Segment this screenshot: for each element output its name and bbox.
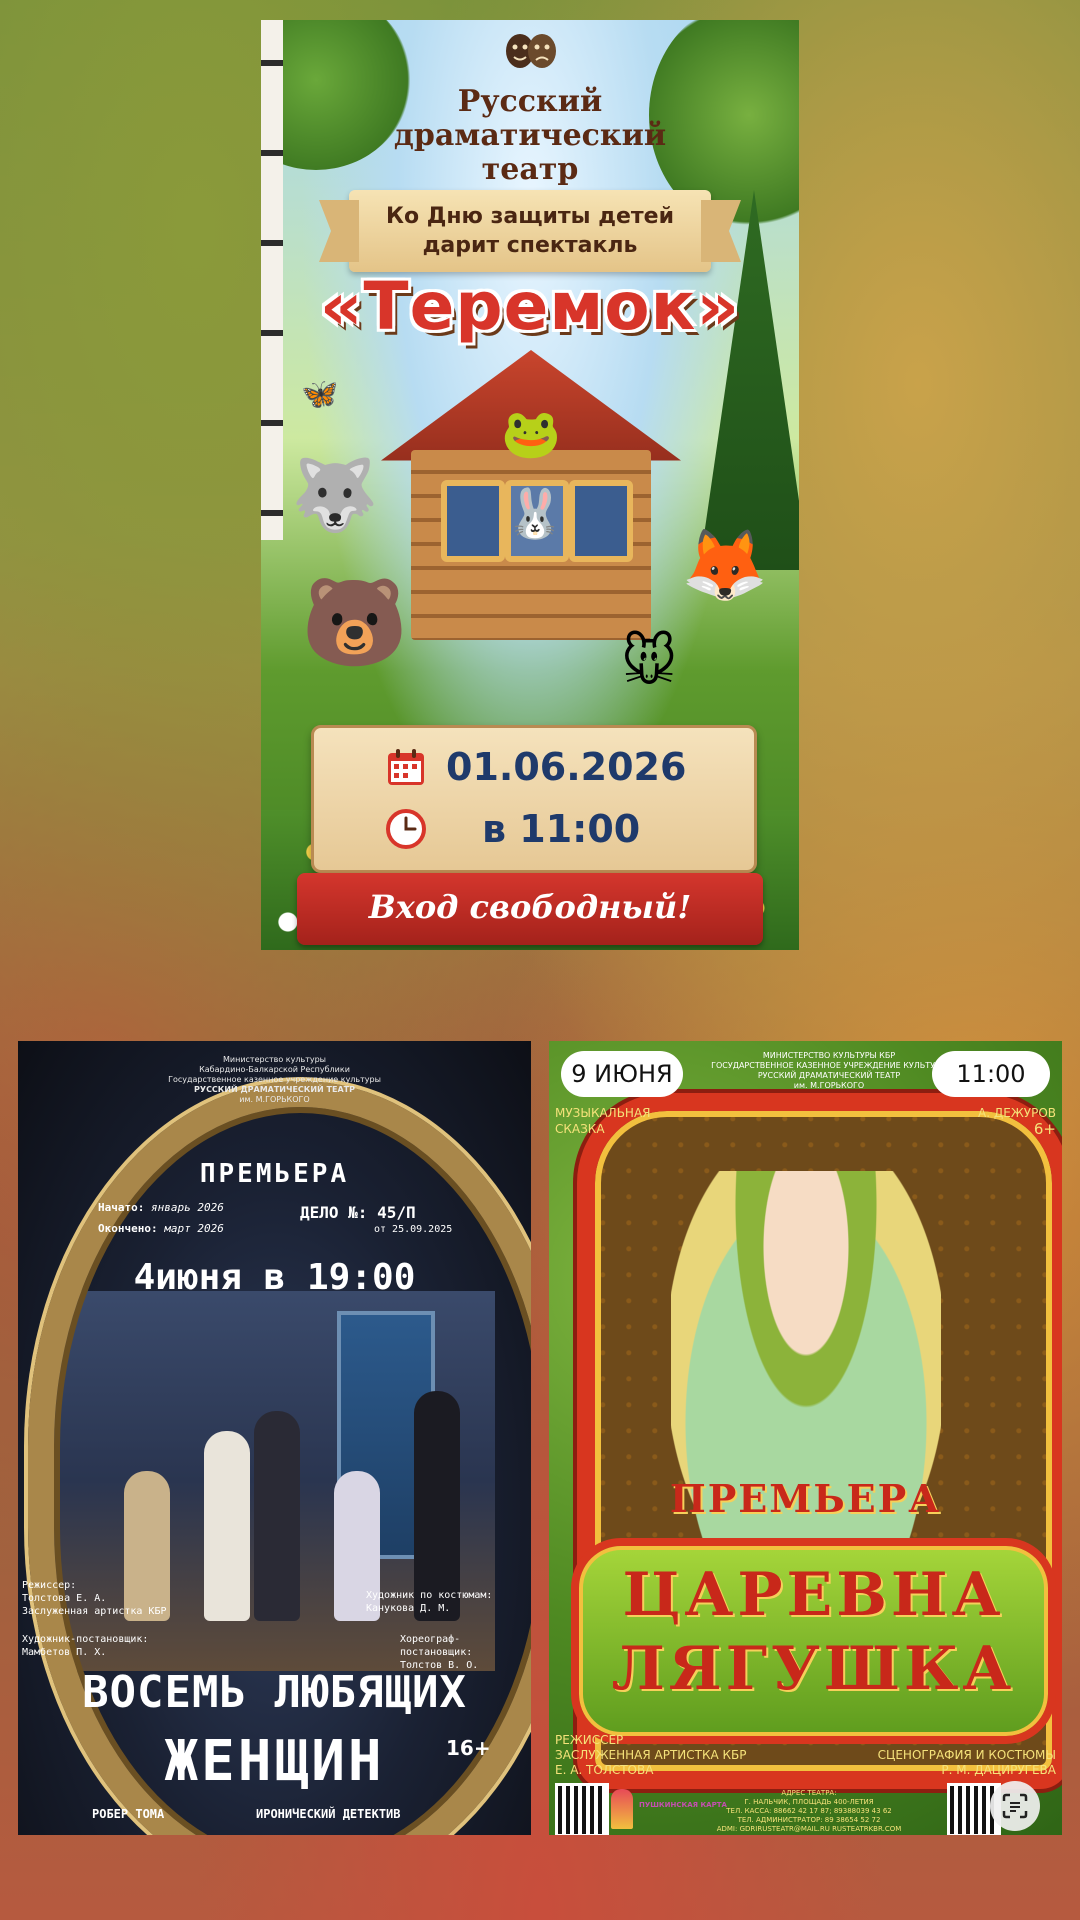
theatre-name-line3: театр [481, 152, 579, 187]
play-title-line1: ВОСЕМЬ ЛЮБЯЩИХ [82, 1667, 467, 1718]
occasion-line1: Ко Дню защиты детей [385, 204, 675, 229]
address-line: ADMI: GDRIRUSTEATR@MAIL.RU RUSTEATRKBR.C… [716, 1825, 902, 1833]
header-line: РУССКИЙ ДРАМАТИЧЕСКИЙ ТЕАТР [194, 1085, 355, 1094]
author-age: А. ДЕЖУРОВ 6+ [978, 1105, 1056, 1137]
age-rating: 16+ [446, 1736, 491, 1760]
genre-label: МУЗЫКАЛЬНАЯ СКАЗКА [555, 1105, 651, 1137]
play-title-line1: ЦАРЕВНА [622, 1560, 1005, 1630]
genre-line: СКАЗКА [555, 1122, 605, 1136]
header-line: Министерство культуры [223, 1055, 326, 1064]
genre-label: ИРОНИЧЕСКИЙ ДЕТЕКТИВ [256, 1807, 401, 1821]
premiere-label: ПРЕМЬЕРА [669, 1476, 942, 1521]
time-pill: 11:00 [932, 1051, 1050, 1097]
case-date: от 25.09.2025 [374, 1224, 453, 1235]
director-credit: Режиссер: Толстова Е. А. Заслуженная арт… [22, 1579, 167, 1618]
frog-illustration: 🐸 [501, 406, 561, 462]
theatre-name: Русский драматический театр [261, 85, 799, 187]
organization-header: МИНИСТЕРСТВО КУЛЬТУРЫ КБР ГОСУДАРСТВЕННО… [709, 1051, 949, 1091]
princess-illustration [671, 1171, 941, 1591]
theatre-address: АДРЕС ТЕАТРА: Г. НАЛЬЧИК, ПЛОЩАДЬ 400-ЛЕ… [699, 1789, 919, 1834]
credit-role: РЕЖИССЕР [555, 1733, 624, 1747]
firebird-logo [611, 1789, 633, 1829]
director-credit: РЕЖИССЕР ЗАСЛУЖЕННАЯ АРТИСТКА КБР Е. А. … [555, 1733, 747, 1778]
show-time: в 11:00 [482, 807, 641, 851]
author-name: А. ДЕЖУРОВ [978, 1106, 1056, 1120]
credit-name: Канукова Д. М. [366, 1603, 451, 1614]
teremok-house-illustration: 🐸 🐰 [381, 350, 681, 640]
author-name: РОБЕР ТОМА [92, 1807, 165, 1821]
credit-role: СЦЕНОГРАФИЯ И КОСТЮМЫ [877, 1748, 1056, 1762]
address-line: ТЕЛ. АДМИНИСТРАТОР: 89 38654 52 72 [737, 1816, 881, 1824]
mouse-illustration: 🐭 [621, 630, 678, 693]
title-plate: ЦАРЕВНА ЛЯГУШКА [571, 1538, 1056, 1744]
header-line: РУССКИЙ ДРАМАТИЧЕСКИЙ ТЕАТР [757, 1071, 901, 1080]
occasion-line2: дарит спектакль [422, 233, 638, 258]
designer-credit: Художник-постановщик: Мамбетов П. Х. [22, 1633, 148, 1659]
fox-illustration: 🦊 [681, 524, 769, 606]
clock-icon [384, 807, 428, 851]
credit-name: Мамбетов П. Х. [22, 1647, 107, 1658]
started-label: Начато: [98, 1201, 145, 1214]
house-window-left [441, 480, 505, 562]
header-line: МИНИСТЕРСТВО КУЛЬТУРЫ КБР [762, 1051, 896, 1060]
theatre-masks-icon [491, 32, 571, 79]
credit-name: Е. А. ТОЛСТОВА [555, 1763, 654, 1777]
show-title: «Теремок» [319, 268, 741, 345]
show-date: 01.06.2026 [446, 745, 687, 789]
rabbit-illustration: 🐰 [505, 486, 565, 542]
free-entry-banner: Вход свободный! [297, 873, 763, 945]
poster-frog-princess[interactable]: 9 ИЮНЯ 11:00 МИНИСТЕРСТВО КУЛЬТУРЫ КБР Г… [549, 1041, 1062, 1835]
poster-teremok[interactable]: Русский драматический театр Ко Дню защит… [261, 20, 799, 950]
play-title-line2: ЛЯГУШКА [611, 1634, 1016, 1704]
case-number: ДЕЛО №: 45/П [300, 1203, 416, 1222]
started-row: Начато: январь 2026 [98, 1201, 224, 1214]
qr-code-left [555, 1783, 609, 1835]
address-line: ТЕЛ. КАССА: 88662 42 17 87; 89388039 43 … [726, 1807, 892, 1815]
date-pill: 9 ИЮНЯ [561, 1051, 683, 1097]
address-line: Г. НАЛЬЧИК, ПЛОЩАДЬ 400-ЛЕТИЯ [744, 1798, 874, 1806]
ended-row: Окончено: март 2026 [98, 1222, 224, 1235]
organization-header: Министерство культуры Кабардино-Балкарск… [18, 1055, 531, 1105]
ornate-mirror-frame [28, 1081, 531, 1835]
header-line: Кабардино-Балкарской Республики [199, 1065, 350, 1074]
poster-eight-women[interactable]: Министерство культуры Кабардино-Балкарск… [18, 1041, 531, 1835]
show-datetime: 4июня в 19:00 [133, 1257, 416, 1298]
credit-name: Р. М. ДАЦИРУГЕВА [941, 1763, 1056, 1777]
occasion-ribbon: Ко Дню защиты детей дарит спектакль [349, 190, 711, 272]
credit-role: Режиссер: [22, 1580, 77, 1591]
free-entry-text: Вход свободный! [368, 888, 692, 926]
header-line: Государственное казенное учреждение куль… [168, 1075, 381, 1084]
credit-title: Заслуженная артистка КБР [22, 1606, 167, 1617]
ended-value: март 2026 [164, 1222, 224, 1235]
header-line: им. М.ГОРЬКОГО [239, 1095, 310, 1104]
credit-title: ЗАСЛУЖЕННАЯ АРТИСТКА КБР [555, 1748, 747, 1762]
credit-name: Толстова Е. А. [22, 1593, 107, 1604]
calendar-icon [384, 745, 428, 789]
house-walls [411, 450, 651, 640]
date-time-board: 01.06.2026 в 11:00 [311, 725, 757, 873]
house-window-right [569, 480, 633, 562]
header-line: им. М.ГОРЬКОГО [793, 1081, 865, 1090]
premiere-label: ПРЕМЬЕРА [199, 1159, 350, 1189]
bear-illustration: 🐻 [301, 573, 409, 673]
google-lens-icon[interactable] [990, 1781, 1040, 1831]
credit-role: Художник по костюмам: [366, 1590, 493, 1601]
header-line: ГОСУДАРСТВЕННОЕ КАЗЕННОЕ УЧРЕЖДЕНИЕ КУЛЬ… [711, 1061, 947, 1070]
credit-role: Художник-постановщик: [22, 1634, 149, 1645]
ended-label: Окончено: [98, 1222, 158, 1235]
design-credit: СЦЕНОГРАФИЯ И КОСТЮМЫ Р. М. ДАЦИРУГЕВА [878, 1748, 1056, 1778]
wolf-illustration: 🐺 [291, 454, 379, 536]
costume-credit: Художник по костюмам: Канукова Д. М. [366, 1589, 492, 1615]
genre-line: МУЗЫКАЛЬНАЯ [555, 1106, 651, 1120]
butterfly-illustration: 🦋 [301, 377, 339, 412]
address-line: АДРЕС ТЕАТРА: [781, 1789, 837, 1797]
credit-role: Хореограф-постановщик: [400, 1634, 473, 1658]
started-value: январь 2026 [150, 1201, 224, 1214]
theatre-name-line2: драматический [393, 118, 667, 153]
theatre-name-line1: Русский [457, 84, 603, 119]
age-rating: 6+ [1033, 1120, 1056, 1138]
